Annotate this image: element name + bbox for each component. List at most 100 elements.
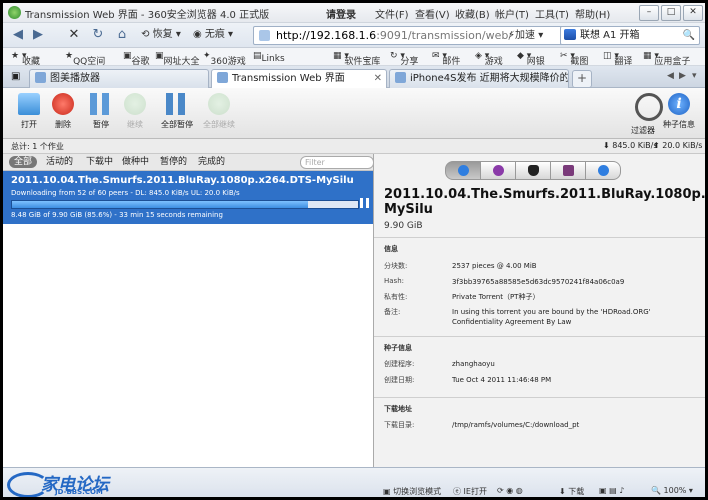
comment-label: 备注: <box>384 308 401 316</box>
hash-value: 3f3bb39765a88585e5d63dc9570241f84a06c0a9 <box>452 278 625 286</box>
inspector-button[interactable]: i 种子信息 <box>661 93 697 130</box>
pieces-value: 2537 pieces @ 4.00 MiB <box>452 262 537 270</box>
resume-all-label: 全部继续 <box>203 120 235 129</box>
url-text[interactable]: http://192.168.1.6:9091/transmission/web… <box>276 29 512 42</box>
close-button[interactable]: ✕ <box>683 5 703 21</box>
menu-file[interactable]: 文件(F) <box>375 6 415 21</box>
filter-input[interactable]: Filter <box>300 156 374 169</box>
bookmark-translate[interactable]: ◫ 翻译 ▾ <box>603 51 632 67</box>
tab-menu-icon[interactable]: ▾ <box>692 71 697 81</box>
login-link[interactable]: 请登录 <box>326 6 356 21</box>
search-icon[interactable]: 🔍 <box>683 27 695 44</box>
bookmark-software[interactable]: ▦ 软件宝库 ▾ <box>333 51 380 67</box>
tab-scroll-left-icon[interactable]: ◀ <box>667 71 674 81</box>
restore-button[interactable]: ⟲ 恢复 ▾ <box>137 26 185 44</box>
folder-icon[interactable]: ▤ <box>609 486 617 495</box>
inspector-tab-peers[interactable] <box>480 161 516 180</box>
origin-section-title: 种子信息 <box>384 344 412 352</box>
globe-icon[interactable]: ◍ <box>516 486 523 495</box>
transmission-toolbar: 打开 删除 暂停 继续 全部暂停 全部继续 过滤器 i 种子信息 <box>3 88 705 139</box>
shield-icon[interactable]: ◉ <box>506 486 513 495</box>
home-icon[interactable]: ⌂ <box>113 26 131 44</box>
open-button[interactable]: 打开 <box>11 93 47 130</box>
inspector-tab-more[interactable] <box>585 161 621 180</box>
filter-downloading[interactable]: 下载中 <box>81 156 118 168</box>
resume-button[interactable]: 继续 <box>117 93 153 130</box>
bookmark-links[interactable]: ▤ Links <box>253 51 285 64</box>
ie-open-label: IE打开 <box>463 487 487 496</box>
back-icon[interactable]: ◀ <box>9 26 27 44</box>
sync-icon[interactable]: ⟳ <box>497 486 504 495</box>
bookmark-favorites[interactable]: ★ 收藏 ▾ <box>11 51 40 67</box>
bookmark-360games[interactable]: ✦ 360游戏 <box>203 51 246 67</box>
menu-tools[interactable]: 工具(T) <box>535 6 575 21</box>
maximize-button[interactable]: □ <box>661 5 681 21</box>
torrent-progress-text: 8.48 GiB of 9.90 GiB (85.6%) - 33 min 15… <box>11 211 223 219</box>
switch-mode-button[interactable]: ▣ 切换浏览模式 <box>383 486 441 497</box>
bookmark-appbox[interactable]: ▦ 应用盒子 ▾ <box>643 51 690 67</box>
menu-help[interactable]: 帮助(H) <box>575 6 615 21</box>
torrent-list-pane: 全部 活动的 下载中 做种中 暂停的 完成的 Filter 2011.10.04… <box>3 154 374 467</box>
torrent-row[interactable]: 2011.10.04.The.Smurfs.2011.BluRay.1080p.… <box>3 171 373 224</box>
menu-view[interactable]: 查看(V) <box>415 6 455 21</box>
zoom-button[interactable]: 🔍 100% ▾ <box>651 486 693 495</box>
close-tab-icon[interactable]: ✕ <box>374 70 382 87</box>
bookmark-share[interactable]: ↻ 分享 ▾ <box>390 51 418 67</box>
minimize-button[interactable]: – <box>639 5 659 21</box>
hash-label: Hash: <box>384 277 404 285</box>
inspector-tab-trackers[interactable] <box>515 161 551 180</box>
tab-label: Transmission Web 界面 <box>232 73 345 84</box>
inspector-tab-info[interactable] <box>445 161 481 180</box>
tab-label: 图美播放器 <box>50 73 100 84</box>
filter-all[interactable]: 全部 <box>9 156 38 168</box>
tab-list-icon[interactable]: ▣ <box>11 71 20 82</box>
ie-open-button[interactable]: ⓔ IE打开 <box>453 486 487 497</box>
filter-finished[interactable]: 完成的 <box>193 156 230 168</box>
speedup-button[interactable]: ⚡加速 ▾ <box>508 26 543 41</box>
inspector-tab-files[interactable] <box>550 161 586 180</box>
new-tab-button[interactable]: + <box>572 70 592 88</box>
bookmark-google[interactable]: ▣ 谷歌 <box>123 51 150 67</box>
refresh-icon[interactable]: ↻ <box>89 26 107 44</box>
download-button[interactable]: ⬇ 下载 <box>559 486 584 497</box>
filter-button[interactable]: 过滤器 <box>625 93 663 136</box>
tab-iphone-news[interactable]: iPhone4S发布 近期将大规模降价的... <box>389 69 569 88</box>
torrent-pause-icon[interactable] <box>360 198 369 208</box>
menu-account[interactable]: 帐户(T) <box>495 6 535 21</box>
incognito-button[interactable]: ◉ 无痕 ▾ <box>189 26 237 44</box>
tab-label: iPhone4S发布 近期将大规模降价的... <box>410 73 569 84</box>
download-icon: ⬇ <box>559 487 566 496</box>
stop-icon[interactable]: ✕ <box>65 26 83 44</box>
filter-seeding[interactable]: 做种中 <box>117 156 154 168</box>
restore-label: 恢复 <box>152 29 173 40</box>
status-icons: ⟳ ◉ ◍ <box>497 486 523 495</box>
sound-icon[interactable]: ♪ <box>619 486 624 495</box>
forward-icon[interactable]: ▶ <box>29 26 47 44</box>
bookmark-screenshot[interactable]: ✂ 截图 ▾ <box>560 51 588 67</box>
bookmark-qzone[interactable]: ★ QQ空间 <box>65 51 105 67</box>
bookmark-mail[interactable]: ✉ 邮件 ▾ <box>432 51 460 67</box>
download-speed-value: 845.0 KiB/s <box>612 141 658 150</box>
bookmark-bank[interactable]: ◆ 网银 ▾ <box>517 51 545 67</box>
window-icon[interactable]: ▣ <box>599 486 607 495</box>
resume-all-button[interactable]: 全部继续 <box>201 93 237 130</box>
navigation-bar: ◀ ▶ ✕ ↻ ⌂ ⟲ 恢复 ▾ ◉ 无痕 ▾ http://192.168.1… <box>3 23 705 48</box>
magnifier-icon <box>635 93 663 121</box>
search-input[interactable]: 联想 A1 开箱 🔍 <box>560 26 700 45</box>
filter-active[interactable]: 活动的 <box>41 156 78 168</box>
menu-favorites[interactable]: 收藏(B) <box>455 6 495 21</box>
pause-button[interactable]: 暂停 <box>83 93 119 130</box>
restore-icon: ⟲ <box>141 29 150 40</box>
filter-paused[interactable]: 暂停的 <box>155 156 192 168</box>
remove-button[interactable]: 删除 <box>45 93 81 130</box>
bookmark-games[interactable]: ◈ 游戏 ▾ <box>475 51 503 67</box>
date-label: 创建日期: <box>384 376 415 384</box>
folder-open-icon <box>18 93 40 115</box>
tab-transmission[interactable]: Transmission Web 界面 ✕ <box>211 69 387 89</box>
info-section-title: 信息 <box>384 245 398 253</box>
search-engine-icon[interactable] <box>564 29 576 40</box>
pause-all-button[interactable]: 全部暂停 <box>159 93 195 130</box>
tab-scroll-right-icon[interactable]: ▶ <box>679 71 686 81</box>
bookmark-hao[interactable]: ▣ 网址大全 <box>155 51 200 67</box>
tab-image-viewer[interactable]: 图美播放器 <box>29 69 209 88</box>
